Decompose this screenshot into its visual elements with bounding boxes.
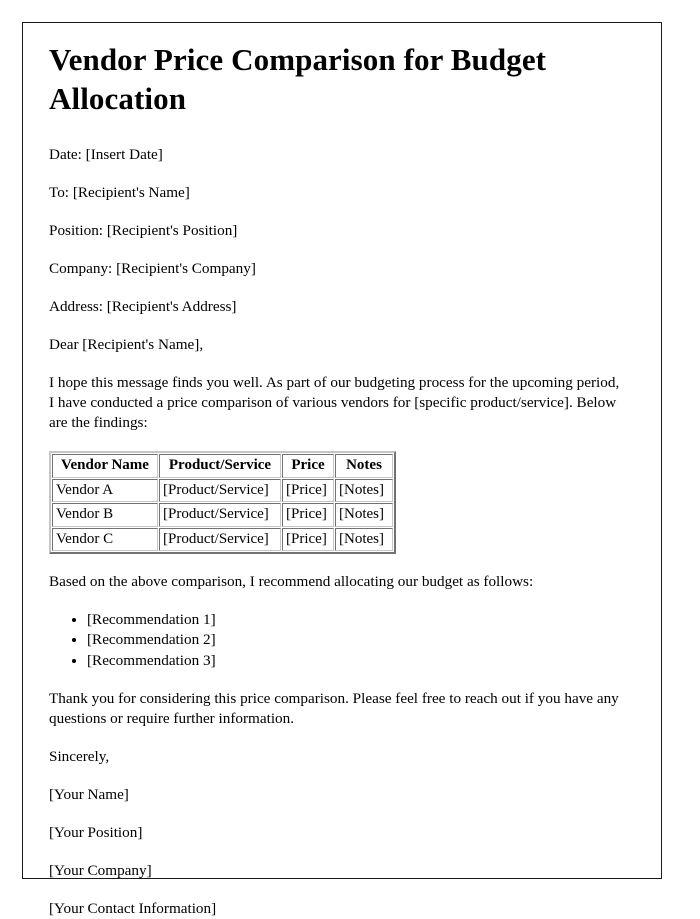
cell-product-service: [Product/Service]	[159, 527, 281, 552]
cell-vendor-name: Vendor A	[52, 478, 158, 503]
cell-price: [Price]	[282, 503, 334, 527]
vendor-comparison-table: Vendor Name Product/Service Price Notes …	[49, 451, 396, 555]
table-row: Vendor A [Product/Service] [Price] [Note…	[52, 478, 393, 503]
header-field-to: To: [Recipient's Name]	[49, 183, 627, 203]
list-item: [Recommendation 2]	[87, 630, 627, 650]
table-row: Vendor C [Product/Service] [Price] [Note…	[52, 527, 393, 552]
cell-notes: [Notes]	[335, 527, 393, 552]
cell-price: [Price]	[282, 527, 334, 552]
table-header-notes: Notes	[335, 454, 393, 478]
cell-price: [Price]	[282, 478, 334, 503]
header-field-position: Position: [Recipient's Position]	[49, 221, 627, 241]
signature-your-company: [Your Company]	[49, 862, 152, 880]
table-header-row: Vendor Name Product/Service Price Notes	[52, 454, 393, 478]
table-header-vendor-name: Vendor Name	[52, 454, 158, 478]
header-field-position-text: Position: [Recipient's Position]	[49, 221, 238, 239]
document-page: Vendor Price Comparison for Budget Alloc…	[22, 22, 662, 917]
cell-vendor-name: Vendor B	[52, 503, 158, 527]
table-header-product-service: Product/Service	[159, 454, 281, 478]
recommendations-list: [Recommendation 1] [Recommendation 2] [R…	[49, 610, 627, 671]
header-field-address: Address: [Recipient's Address]	[49, 297, 627, 317]
cell-notes: [Notes]	[335, 503, 393, 527]
page-title: Vendor Price Comparison for Budget Alloc…	[49, 42, 547, 116]
header-field-address-text: Address: [Recipient's Address]	[49, 297, 237, 315]
header-field-to-text: To: [Recipient's Name]	[49, 183, 190, 201]
intro-paragraph: I hope this message finds you well. As p…	[49, 373, 620, 431]
header-field-date-text: Date: [Insert Date]	[49, 145, 163, 163]
salutation: Dear [Recipient's Name],	[49, 335, 204, 353]
header-field-company-text: Company: [Recipient's Company]	[49, 259, 256, 277]
signature-your-position: [Your Position]	[49, 824, 143, 842]
header-field-date: Date: [Insert Date]	[49, 145, 627, 165]
sign-off: Sincerely,	[49, 747, 110, 765]
table-row: Vendor B [Product/Service] [Price] [Note…	[52, 503, 393, 527]
closing-paragraph: Thank you for considering this price com…	[49, 689, 619, 727]
cell-notes: [Notes]	[335, 478, 393, 503]
signature-your-name: [Your Name]	[49, 785, 129, 803]
document-content: Vendor Price Comparison for Budget Alloc…	[49, 41, 627, 919]
recommendation-intro: Based on the above comparison, I recomme…	[49, 573, 534, 591]
list-item: [Recommendation 3]	[87, 651, 627, 671]
cell-vendor-name: Vendor C	[52, 527, 158, 552]
table-header-price: Price	[282, 454, 334, 478]
signature-contact-information: [Your Contact Information]	[49, 900, 217, 918]
cell-product-service: [Product/Service]	[159, 478, 281, 503]
header-field-company: Company: [Recipient's Company]	[49, 259, 627, 279]
cell-product-service: [Product/Service]	[159, 503, 281, 527]
list-item: [Recommendation 1]	[87, 610, 627, 630]
